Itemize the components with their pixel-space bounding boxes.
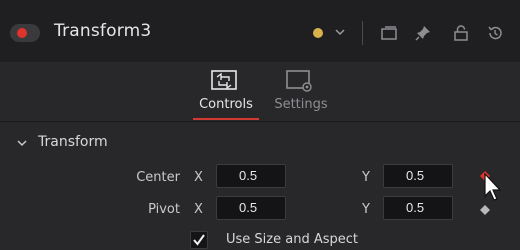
chevron-down-icon[interactable] bbox=[333, 25, 347, 39]
tab-controls-label: Controls bbox=[199, 97, 253, 112]
center-x-label: X bbox=[194, 170, 203, 185]
pivot-row: Pivot X 0.5 Y 0.5 bbox=[0, 196, 520, 226]
center-y-label: Y bbox=[362, 170, 370, 185]
active-tab-indicator bbox=[193, 118, 259, 120]
color-swatch[interactable] bbox=[313, 28, 323, 38]
power-toggle[interactable] bbox=[10, 24, 40, 42]
section-title: Transform bbox=[38, 134, 108, 150]
pivot-y-label: Y bbox=[362, 202, 370, 217]
power-indicator-icon bbox=[17, 28, 27, 38]
use-size-aspect-checkbox[interactable] bbox=[190, 231, 208, 249]
checkmark-icon bbox=[193, 234, 205, 246]
mouse-cursor-icon bbox=[484, 172, 502, 201]
use-size-aspect-label: Use Size and Aspect bbox=[226, 232, 358, 247]
settings-icon bbox=[286, 70, 312, 92]
pivot-x-label: X bbox=[194, 202, 203, 217]
pivot-y-field[interactable]: 0.5 bbox=[383, 196, 453, 220]
tab-settings[interactable]: Settings bbox=[268, 62, 334, 122]
header-divider bbox=[362, 21, 363, 45]
keyframe-icon[interactable] bbox=[479, 204, 491, 216]
tab-settings-label: Settings bbox=[274, 97, 328, 112]
pivot-x-field[interactable]: 0.5 bbox=[216, 196, 286, 220]
node-header: Transform3 bbox=[0, 0, 520, 62]
lock-icon[interactable] bbox=[452, 24, 470, 42]
chevron-down-icon[interactable] bbox=[16, 137, 28, 149]
center-row: Center X 0.5 Y 0.5 bbox=[0, 164, 520, 194]
reset-icon[interactable] bbox=[486, 24, 504, 42]
controls-icon bbox=[211, 70, 237, 90]
node-title: Transform3 bbox=[54, 21, 152, 41]
pivot-label: Pivot bbox=[148, 202, 180, 217]
center-label: Center bbox=[136, 170, 180, 185]
section-transform-header[interactable]: Transform bbox=[0, 128, 520, 156]
center-y-field[interactable]: 0.5 bbox=[383, 164, 453, 188]
pin-icon[interactable] bbox=[414, 24, 432, 42]
tab-controls[interactable]: Controls bbox=[193, 62, 259, 122]
window-icon[interactable] bbox=[380, 24, 398, 42]
center-x-field[interactable]: 0.5 bbox=[216, 164, 286, 188]
inspector-tab-bar: Controls Settings bbox=[0, 62, 520, 122]
